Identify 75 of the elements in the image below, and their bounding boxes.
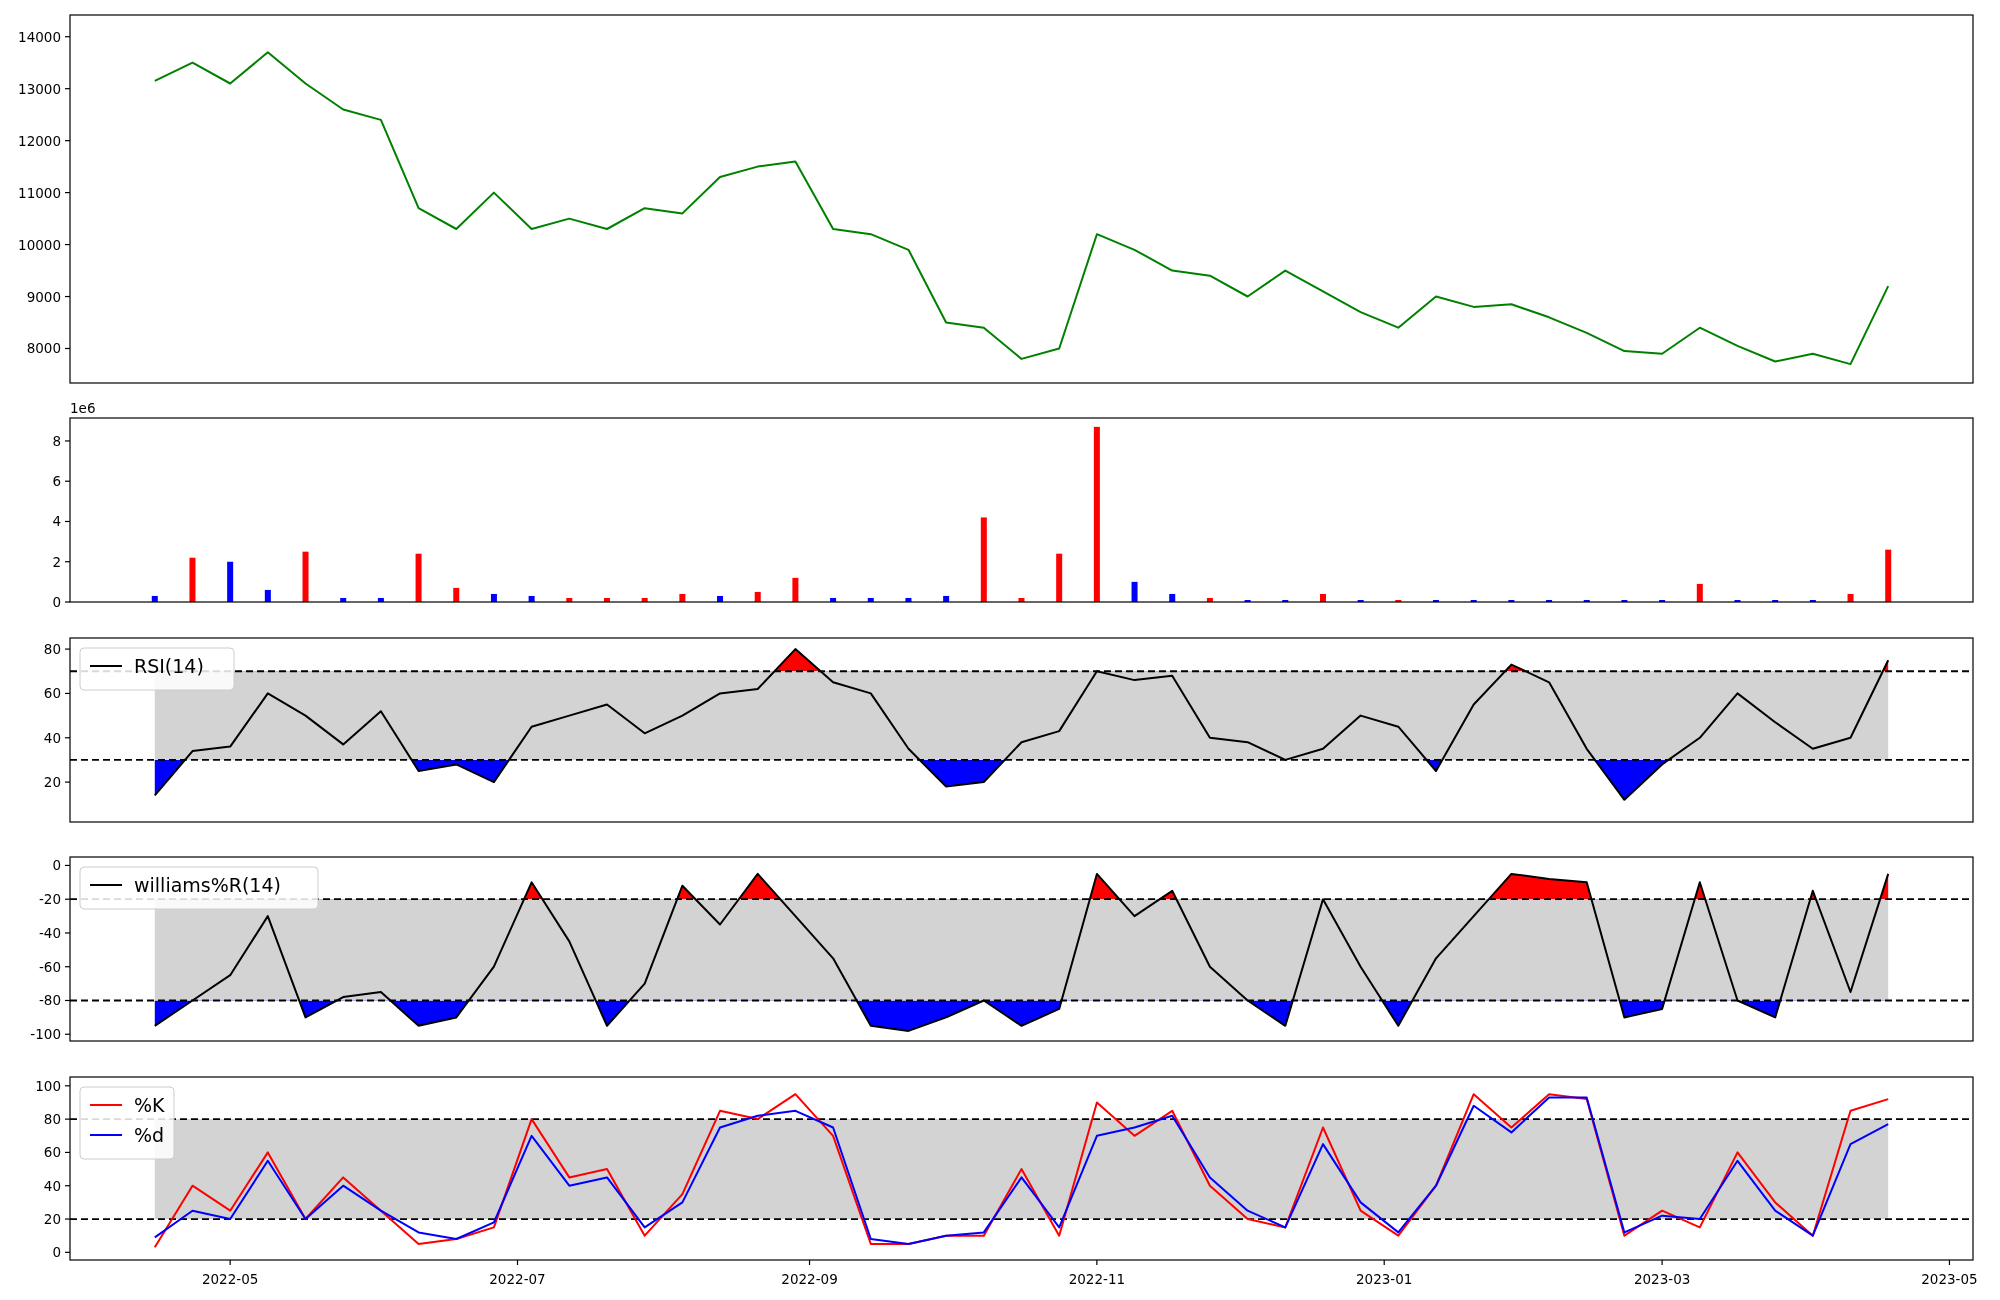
volume-bar [1885,549,1892,602]
y-tick-label: 8000 [26,340,61,357]
y-tick-label: 60 [43,1144,61,1161]
y-tick-label: 0 [52,857,61,874]
legend-label: %d [134,1124,165,1146]
y-tick-label: 10000 [18,236,61,253]
volume-bar [1169,593,1176,602]
volume-bar [264,589,271,602]
y-tick-label: 2 [52,553,61,570]
y-tick-label: -100 [30,1026,61,1043]
x-tick-label: 2022-05 [201,1271,259,1287]
y-tick-label: -20 [38,891,61,908]
volume-bar [1847,593,1854,602]
volume-bar [189,557,196,602]
volume-bar [490,593,497,602]
legend-label: RSI(14) [134,655,204,677]
volume-bar [943,595,950,602]
legend-line-icon [89,1104,123,1106]
volume-bar [1056,553,1063,602]
y-tick-label: 20 [43,1211,61,1228]
axis-offset-label: 1e6 [70,400,96,416]
y-tick-label: 40 [43,729,61,746]
legend-label: williams%R(14) [134,874,281,896]
volume-bar [679,593,686,602]
y-tick-label: -40 [38,924,61,941]
y-tick-label: 11000 [18,184,61,201]
legend-line-icon [89,1134,123,1136]
volume-bar [717,595,724,602]
volume-bar [528,595,535,602]
y-tick-label: 80 [43,1111,61,1128]
y-tick-label: 20 [43,774,61,791]
volume-bar [566,597,573,602]
volume-bar [1018,597,1025,602]
volume-bar [377,597,384,602]
x-tick-label: 2022-11 [1068,1271,1126,1287]
volume-bar [1206,597,1213,602]
y-tick-label: 13000 [18,80,61,97]
y-tick-label: 60 [43,685,61,702]
volume-bar [604,597,610,602]
y-tick-label: 0 [52,1244,61,1261]
volume-bar [754,591,761,602]
volume-bar [453,587,460,602]
y-tick-label: 14000 [18,28,61,45]
y-tick-label: 12000 [18,132,61,149]
legend-line-icon [89,884,123,886]
volume-bar [830,597,837,602]
volume-bar [302,551,309,602]
volume-bar [340,597,347,602]
y-tick-label: 100 [35,1077,61,1094]
y-tick-label: 9000 [26,288,61,305]
volume-bar [1319,593,1326,602]
y-tick-label: 8 [52,432,61,449]
y-tick-label: 40 [43,1177,61,1194]
volume-bar [415,553,422,602]
volume-bar [151,595,158,602]
y-tick-label: 4 [52,513,61,530]
volume-bar [1131,581,1138,602]
x-tick-label: 2023-05 [1921,1271,1978,1287]
x-tick-label: 2023-01 [1356,1271,1413,1287]
volume-bar [227,561,234,602]
y-tick-label: -80 [38,992,61,1009]
legend-line-icon [89,665,123,667]
volume-bar [1696,583,1703,602]
volume-bar [641,597,648,602]
volume-bar [905,597,912,602]
x-tick-label: 2023-03 [1633,1271,1691,1287]
y-tick-label: 0 [52,594,61,610]
y-tick-label: 80 [43,641,61,658]
x-tick-label: 2022-09 [781,1271,838,1287]
legend-label: %K [134,1094,165,1116]
y-tick-label: -60 [38,958,61,975]
x-tick-label: 2022-07 [489,1271,546,1287]
y-tick-label: 6 [52,473,61,490]
volume-bar [867,597,874,602]
volume-bar [792,577,799,602]
